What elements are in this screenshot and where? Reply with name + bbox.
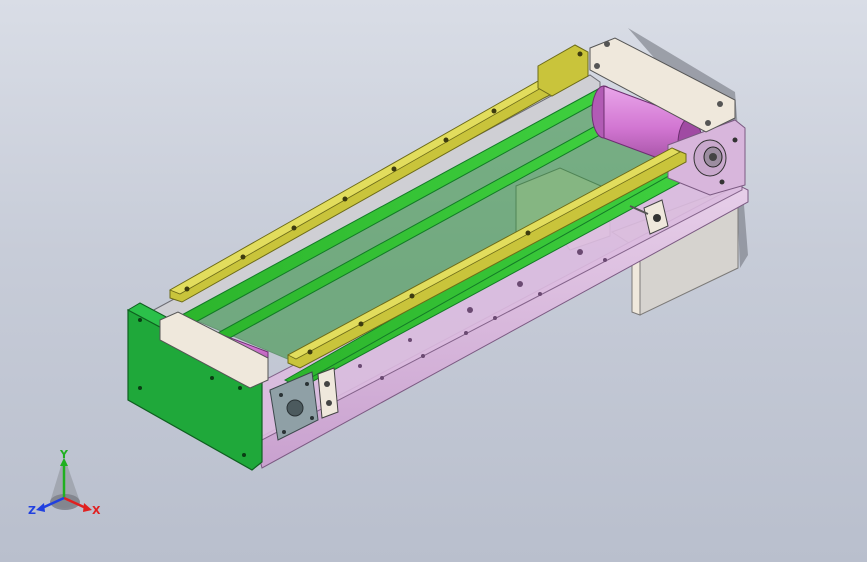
- tension-bolt-2: [326, 400, 332, 406]
- motor-bolt-2: [719, 179, 725, 185]
- bearing-hole: [286, 399, 304, 417]
- motor-bolt-1: [732, 137, 738, 143]
- bearing-bolt-2: [305, 382, 309, 386]
- y-axis-label: Y: [59, 448, 69, 461]
- x-axis-label: X: [92, 504, 101, 517]
- z-axis-arrow: [36, 503, 45, 512]
- x-axis-arrow: [83, 503, 92, 512]
- bearing-bolt-4: [310, 416, 314, 420]
- plate-hole-1: [604, 41, 610, 47]
- cad-viewport[interactable]: Y X Z: [0, 0, 867, 562]
- bearing-bolt-1: [279, 393, 283, 397]
- bearing-bolt-3: [282, 430, 286, 434]
- motor-shaft-core: [709, 153, 717, 161]
- z-axis-label: Z: [28, 504, 36, 517]
- sensor: [653, 214, 661, 222]
- axis-triad[interactable]: Y X Z: [26, 448, 106, 528]
- plate-hole-3: [705, 120, 711, 126]
- plate-hole-2: [717, 101, 723, 107]
- conveyor-model[interactable]: [0, 0, 867, 562]
- plate-hole-4: [594, 63, 600, 69]
- tension-block: [317, 367, 339, 419]
- tension-bolt-1: [324, 381, 330, 387]
